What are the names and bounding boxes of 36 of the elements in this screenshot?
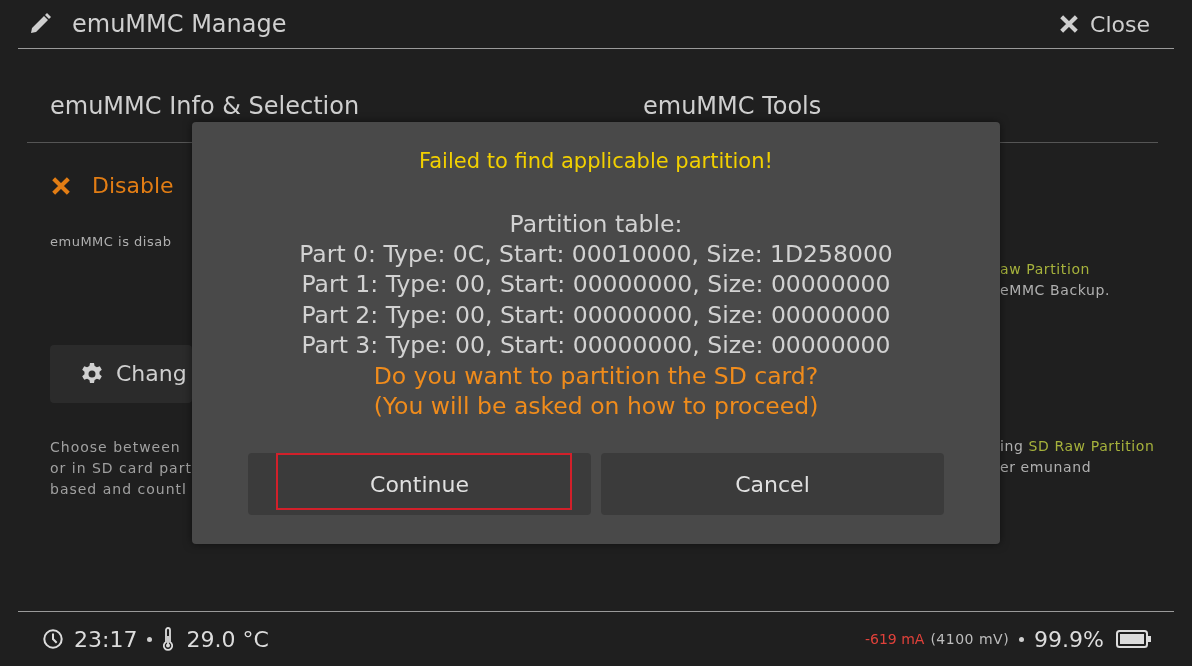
message-text: Part 0: Type: 0C, Start: 00010000, Size: 1D258000 <box>298 238 894 270</box>
temperature-text: 29.0 °C <box>186 625 269 654</box>
message-text: Part 3: Type: 00, Start: 00000000, Size: 00000000 <box>300 330 892 361</box>
note-text: based and countl <box>50 479 187 499</box>
description-text: ing SD Raw Partition <box>1000 437 1156 456</box>
message-text: Partition table: <box>508 208 684 239</box>
pencil-icon <box>28 12 52 36</box>
battery-percent: 99.9% <box>1034 625 1104 654</box>
message-text: Part 1: Type: 00, Start: 00000000, Size: 00000000 <box>300 269 892 300</box>
note-text: or in SD card part <box>50 458 192 478</box>
close-button[interactable]: Close <box>1058 7 1150 41</box>
message-text: Do you want to partition the SD card? <box>372 360 820 391</box>
current-text: -619 mA <box>864 629 925 649</box>
description-text: emuMMC is disab <box>50 233 172 251</box>
thermometer-icon <box>162 627 175 651</box>
message-text: (You will be asked on how to proceed) <box>372 390 820 422</box>
message-text: Part 2: Type: 00, Start: 00000000, Size: 00000000 <box>300 299 892 331</box>
time-text: 23:17 <box>74 625 138 654</box>
description-text: er emunand <box>1000 458 1093 477</box>
battery-icon <box>1116 629 1152 649</box>
voltage-text: (4100 mV) <box>930 629 1010 649</box>
separator-dot <box>147 636 153 642</box>
status-label: Disable <box>92 172 174 200</box>
dialog-title: Failed to find applicable partition! <box>418 148 774 175</box>
panel-heading: emuMMC Info & Selection <box>50 94 360 118</box>
dialog-button[interactable]: Continue <box>248 453 591 515</box>
separator-dot <box>1019 636 1025 642</box>
page-title: emuMMC Manage <box>72 9 287 40</box>
note-text: Choose between <box>50 437 181 457</box>
description-text: eMMC Backup. <box>1000 281 1111 300</box>
change-button[interactable]: Chang <box>50 344 192 403</box>
gear-icon <box>80 361 104 386</box>
panel-heading: emuMMC Tools <box>643 94 822 118</box>
description-text: aw Partition <box>1000 260 1092 279</box>
dialog-button[interactable]: Cancel <box>601 453 944 515</box>
clock-icon <box>42 628 64 650</box>
